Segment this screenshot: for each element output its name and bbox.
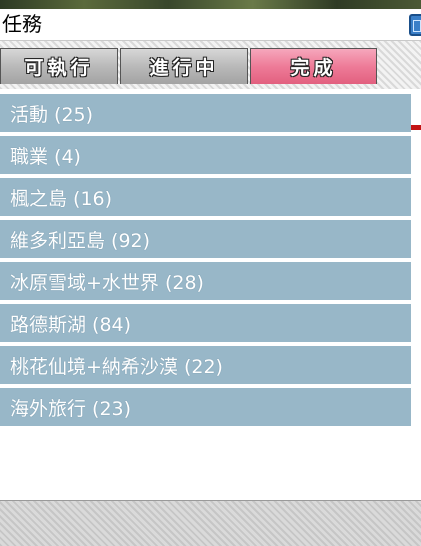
category-ludus-lake[interactable]: 路德斯湖 (84) bbox=[0, 304, 411, 342]
category-el-nath-aqua[interactable]: 冰原雪域+水世界 (28) bbox=[0, 262, 411, 300]
window-menu-icon[interactable] bbox=[409, 14, 421, 36]
tab-available[interactable]: 可執行 bbox=[0, 48, 118, 84]
window-title: 任務 bbox=[2, 12, 42, 36]
tab-in-progress[interactable]: 進行中 bbox=[120, 48, 248, 84]
window-footer bbox=[0, 500, 421, 546]
category-victoria-island[interactable]: 維多利亞島 (92) bbox=[0, 220, 411, 258]
category-mu-lung-nihal[interactable]: 桃花仙境+納希沙漠 (22) bbox=[0, 346, 411, 384]
quest-category-list: 活動 (25) 職業 (4) 楓之島 (16) 維多利亞島 (92) 冰原雪域+… bbox=[0, 94, 411, 430]
category-job[interactable]: 職業 (4) bbox=[0, 136, 411, 174]
tab-completed[interactable]: 完成 bbox=[250, 48, 377, 84]
category-event[interactable]: 活動 (25) bbox=[0, 94, 411, 132]
game-background-strip bbox=[0, 0, 421, 9]
category-overseas-travel[interactable]: 海外旅行 (23) bbox=[0, 388, 411, 426]
category-maple-island[interactable]: 楓之島 (16) bbox=[0, 178, 411, 216]
quest-tab-bar: 可執行 進行中 完成 bbox=[0, 41, 421, 130]
window-title-bar: 任務 bbox=[0, 9, 421, 41]
